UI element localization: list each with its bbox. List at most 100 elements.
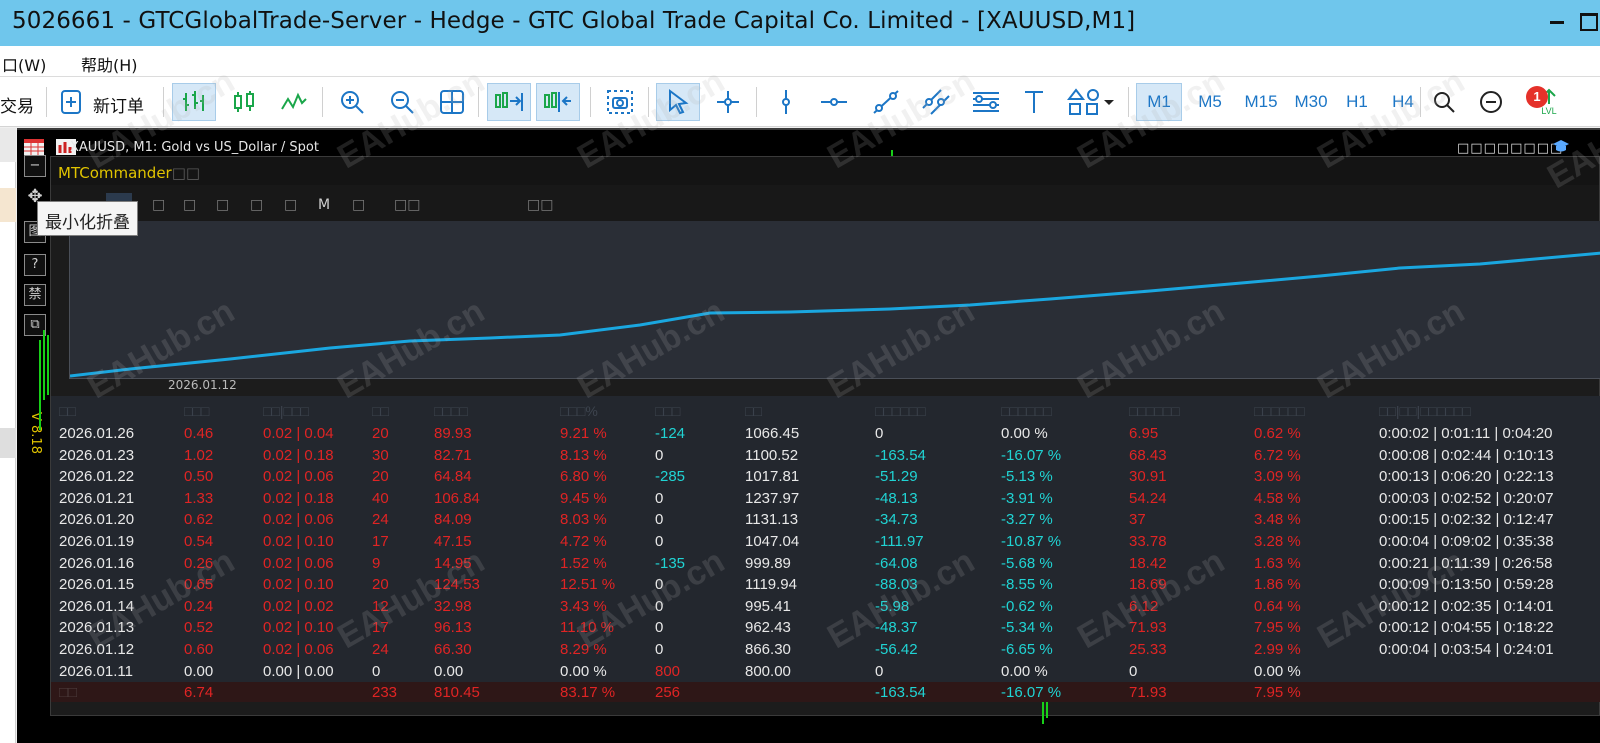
table-cell: 1.02: [184, 446, 214, 464]
search-icon[interactable]: [1428, 83, 1460, 121]
table-cell: 0.62: [184, 511, 214, 529]
auto-scroll-icon[interactable]: [487, 83, 531, 121]
table-row: 2026.01.23 1.02 0.02 | 0.18 30 82.71 8.13 % 0 1…: [51, 444, 1600, 466]
table-cell: 0.54: [184, 533, 214, 550]
table-cell: 2.99 %: [1254, 641, 1301, 658]
chart-shift-icon[interactable]: [536, 83, 580, 121]
table-cell: 18.42: [1129, 554, 1167, 572]
minimize-panel-button[interactable]: −: [24, 155, 46, 177]
table-cell: 0:00:08 | 0:02:44 | 0:10:13: [1379, 446, 1554, 464]
table-cell: 0: [655, 446, 664, 464]
table-cell: 800: [655, 662, 681, 680]
table-cell: 0.02 | 0.06: [263, 511, 334, 529]
vertical-line-icon[interactable]: [770, 83, 802, 121]
table-cell: -51.29: [875, 468, 918, 486]
table-cell: 0:00:12 | 0:04:55 | 0:18:22: [1379, 619, 1554, 637]
crosshair-icon[interactable]: [710, 83, 746, 121]
shapes-dropdown-icon[interactable]: [1062, 83, 1120, 121]
panel-tab[interactable]: □: [250, 197, 263, 213]
panel-tab[interactable]: □: [352, 197, 365, 213]
panel-tab[interactable]: □: [183, 197, 196, 213]
timeframe-m5[interactable]: M5: [1190, 83, 1230, 121]
table-cell: -16.07 %: [1001, 446, 1062, 464]
table-cell: 20: [372, 576, 389, 594]
table-cell: 0: [875, 425, 884, 442]
panel-tab[interactable]: □: [152, 197, 165, 213]
cursor-icon[interactable]: [656, 83, 700, 121]
table-cell: 0: [655, 533, 664, 550]
new-order-icon[interactable]: [58, 83, 86, 121]
bar-chart-icon[interactable]: [172, 83, 216, 121]
chart-top-right-controls[interactable]: □□□□□□□□: [1457, 141, 1563, 156]
window-title-bar: 5026661 - GTCGlobalTrade-Server - Hedge …: [0, 0, 1600, 46]
table-row: 2026.01.11 0.00 0.00 | 0.00 0 0.00 0.00 % 800 8…: [51, 660, 1600, 682]
line-chart-icon[interactable]: [276, 83, 312, 121]
table-cell: -124: [655, 425, 686, 442]
notifications-icon[interactable]: [1474, 83, 1508, 121]
table-cell: 0:00:13 | 0:06:20 | 0:22:13: [1379, 468, 1554, 486]
table-cell: 0: [655, 597, 664, 615]
tile-windows-icon[interactable]: [434, 83, 470, 121]
table-cell: 7.95 %: [1254, 619, 1301, 637]
timeframe-m15[interactable]: M15: [1238, 83, 1284, 121]
toolbar: 交易 新订单 M1 M5 M15 M30 H1 H4 LVL: [0, 77, 1600, 127]
new-order-button[interactable]: 新订单: [93, 92, 144, 117]
horizontal-line-icon[interactable]: [816, 83, 852, 121]
table-cell: 0.02 | 0.02: [263, 597, 334, 615]
timeframe-m1[interactable]: M1: [1136, 83, 1182, 121]
table-cell: 1047.04: [745, 533, 800, 550]
screenshot-icon[interactable]: [600, 83, 640, 121]
table-row: 2026.01.21 1.33 0.02 | 0.18 40 106.84 9.45 % 0…: [51, 487, 1600, 509]
panel-tab[interactable]: □: [216, 197, 229, 213]
table-cell: 47.15: [434, 533, 472, 550]
window-title: 5026661 - GTCGlobalTrade-Server - Hedge …: [12, 8, 1136, 34]
toolbar-separator: [163, 87, 164, 117]
table-cell: 0.65: [184, 576, 214, 594]
table-cell: 0.00 %: [1254, 662, 1301, 680]
timeframe-h1[interactable]: H1: [1340, 83, 1374, 121]
table-cell: 0.02 | 0.04: [263, 425, 334, 442]
table-cell: 30.91: [1129, 468, 1167, 486]
panel-tab[interactable]: □□: [527, 197, 553, 213]
table-cell: 3.43 %: [560, 597, 607, 615]
table-cell: 0:00:15 | 0:02:32 | 0:12:47: [1379, 511, 1554, 529]
table-row: 2026.01.14 0.24 0.02 | 0.02 12 32.98 3.43 % 0 9…: [51, 595, 1600, 617]
panel-tab[interactable]: M: [318, 197, 330, 213]
text-tool-icon[interactable]: [1016, 83, 1052, 121]
trade-button[interactable]: 交易: [0, 92, 34, 117]
menu-item-help[interactable]: 帮助(H): [81, 52, 138, 76]
maximize-button[interactable]: [1572, 3, 1600, 41]
table-total-row: □□ 6.74 233 810.45 83.17 % 256 -163.54 -16.07 %…: [51, 682, 1600, 702]
graph-date-label: 2026.01.12: [168, 378, 237, 392]
fibonacci-icon[interactable]: [966, 83, 1006, 121]
table-header-row: □□ □□□ □□|□□□ □□ □□□□ □□□% □□□ □□ □□□□□□ □□□□□□ □□…: [51, 400, 1600, 422]
table-cell: 9: [372, 554, 381, 572]
table-cell: 1131.13: [745, 511, 799, 529]
help-button[interactable]: ?: [24, 254, 46, 276]
table-cell: -163.54: [875, 684, 926, 701]
notification-badge: 1: [1526, 86, 1548, 108]
trendline-icon[interactable]: [866, 83, 906, 121]
table-cell: 84.09: [434, 511, 472, 529]
table-cell: 8.29 %: [560, 641, 607, 658]
table-cell: 995.41: [745, 597, 791, 615]
table-cell: -16.07 %: [1001, 684, 1062, 701]
table-cell: 0:00:04 | 0:03:54 | 0:24:01: [1379, 641, 1554, 658]
menu-item-window[interactable]: 口(W): [2, 52, 46, 76]
table-cell: □□□: [184, 403, 210, 419]
candlestick-chart-icon[interactable]: [226, 83, 262, 121]
panel-tab[interactable]: □□: [394, 197, 420, 213]
zoom-out-icon[interactable]: [384, 83, 420, 121]
equity-graph: [69, 221, 1600, 379]
table-cell: 0.02 | 0.06: [263, 468, 334, 486]
timeframe-m30[interactable]: M30: [1288, 83, 1334, 121]
channel-icon[interactable]: [916, 83, 956, 121]
table-icon[interactable]: [24, 139, 44, 155]
panel-tab[interactable]: □: [284, 197, 297, 213]
disable-button[interactable]: 禁: [24, 284, 46, 306]
timeframe-h4[interactable]: H4: [1390, 83, 1416, 121]
toolbar-separator: [1128, 87, 1129, 117]
table-cell: 256: [655, 684, 681, 701]
zoom-in-icon[interactable]: [334, 83, 370, 121]
table-cell: 66.30: [434, 641, 472, 658]
